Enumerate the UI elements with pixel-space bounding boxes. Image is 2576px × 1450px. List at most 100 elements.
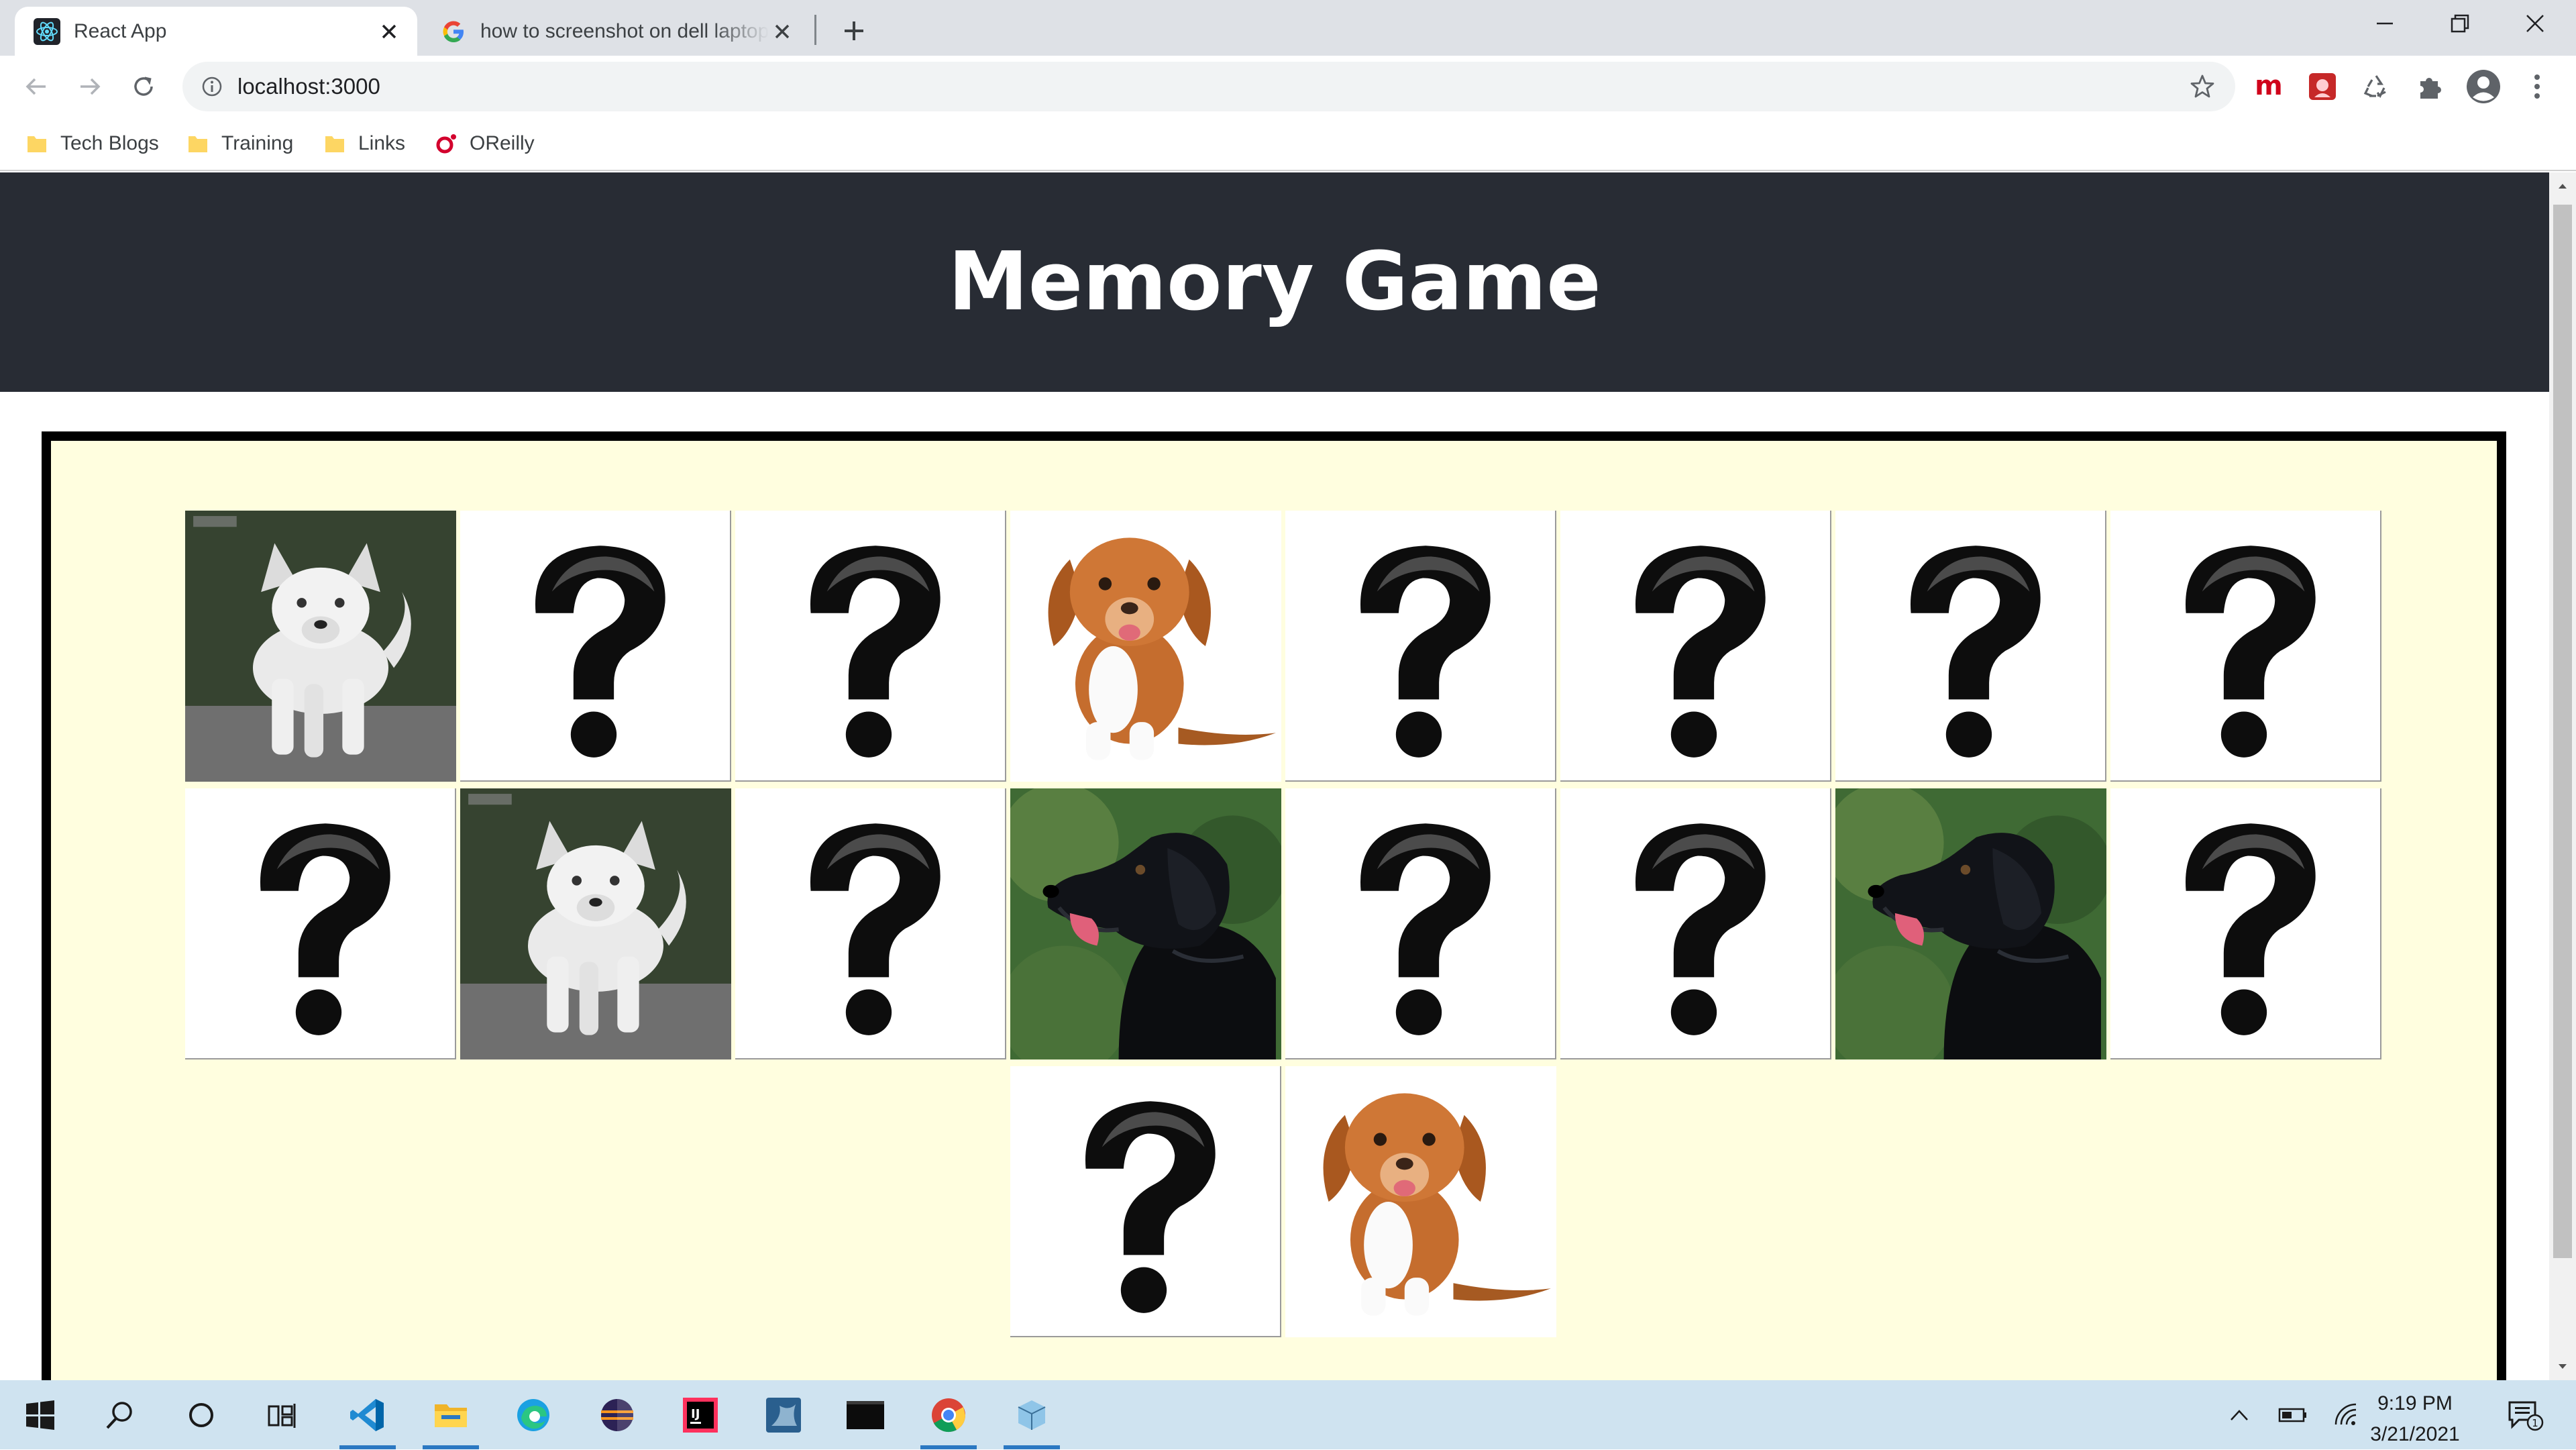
memory-card-hidden[interactable]: [1560, 788, 1831, 1059]
taskbar-virtualbox[interactable]: [998, 1380, 1065, 1449]
taskbar-vscode[interactable]: [334, 1380, 401, 1449]
bookmark-label: Links: [358, 132, 406, 154]
close-tab-icon[interactable]: [376, 18, 402, 45]
bookmark-oreilly[interactable]: OReilly: [435, 127, 535, 160]
plus-icon: [845, 21, 863, 40]
svg-text:m: m: [2255, 70, 2283, 101]
m-extension-icon[interactable]: m: [2247, 65, 2290, 108]
restore-icon: [2451, 14, 2469, 33]
battery-icon: [2278, 1408, 2306, 1422]
husky-image: [460, 788, 731, 1059]
memory-card-toller-puppy[interactable]: [1285, 1066, 1556, 1337]
taskbar-chrome[interactable]: [915, 1380, 982, 1449]
bookmark-training[interactable]: Training: [186, 127, 293, 160]
toller-puppy-image: [1285, 1066, 1556, 1337]
vertical-scrollbar[interactable]: [2549, 172, 2576, 1380]
memory-card-hidden[interactable]: [1560, 511, 1831, 782]
recycle-extension-icon[interactable]: [2355, 65, 2398, 108]
app-header: Memory Game: [0, 172, 2549, 392]
red-extension-icon[interactable]: [2301, 65, 2344, 108]
show-hidden-icons-button[interactable]: [2220, 1380, 2258, 1449]
memory-card-hidden[interactable]: [1835, 511, 2106, 782]
memory-card-hidden[interactable]: [2110, 511, 2381, 782]
notification-icon: 1: [2508, 1401, 2544, 1431]
memory-card-black-labrador[interactable]: [1010, 788, 1281, 1059]
start-button[interactable]: [7, 1380, 74, 1449]
question-mark-icon: [1560, 788, 1830, 1058]
taskbar-mysql-workbench[interactable]: [750, 1380, 817, 1449]
tab-title: React App: [74, 19, 167, 42]
page-title: Memory Game: [948, 236, 1601, 329]
taskbar-eclipse[interactable]: [584, 1380, 651, 1449]
memory-card-hidden[interactable]: [2110, 788, 2381, 1059]
forward-button[interactable]: [67, 64, 113, 109]
search-button[interactable]: [86, 1380, 153, 1449]
question-mark-icon: [1560, 511, 1830, 780]
clock-date: 3/21/2021: [2370, 1423, 2460, 1445]
cortana-icon: [189, 1402, 213, 1427]
file-explorer-icon: [435, 1404, 467, 1427]
memory-card-husky[interactable]: [185, 511, 456, 782]
bookmark-links[interactable]: Links: [323, 127, 405, 160]
bookmark-star-icon[interactable]: [2186, 70, 2219, 103]
restore-button[interactable]: [2423, 0, 2497, 47]
memory-card-hidden[interactable]: [460, 511, 731, 782]
memory-card-toller-puppy[interactable]: [1010, 511, 1281, 782]
more-vert-icon[interactable]: [2516, 65, 2559, 108]
vscode-icon: [350, 1398, 384, 1431]
folder-icon: [25, 132, 48, 155]
browser-toolbar: localhost:3000 m: [0, 56, 2576, 117]
memory-card-husky[interactable]: [460, 788, 731, 1059]
battery-indicator[interactable]: [2274, 1380, 2312, 1449]
memory-card-hidden[interactable]: [185, 788, 456, 1059]
tab-separator: [814, 15, 816, 45]
minimize-icon: [2377, 22, 2393, 25]
scroll-up-icon[interactable]: [2549, 172, 2576, 199]
scrollbar-thumb[interactable]: [2553, 205, 2572, 1258]
site-info-icon[interactable]: [199, 73, 225, 100]
memory-card-hidden[interactable]: [1010, 1066, 1281, 1337]
bookmarks-bar: Tech Blogs Training Links OReilly: [0, 117, 2576, 171]
puzzle-icon[interactable]: [2408, 65, 2451, 108]
reload-button[interactable]: [121, 64, 166, 109]
svg-text:IJ: IJ: [691, 1407, 700, 1421]
tab-google-search[interactable]: how to screenshot on dell laptop: [421, 7, 810, 56]
windows-taskbar: IJ 9:19 PM 3/21/2021 1: [0, 1380, 2576, 1449]
scroll-down-icon[interactable]: [2549, 1353, 2576, 1380]
tab-react-app[interactable]: React App: [15, 7, 417, 56]
close-tab-icon[interactable]: [769, 18, 796, 45]
question-mark-icon: [460, 511, 730, 780]
question-mark-icon: [1285, 511, 1555, 780]
memory-card-hidden[interactable]: [1285, 511, 1556, 782]
memory-card-hidden[interactable]: [735, 511, 1006, 782]
wifi-indicator[interactable]: [2328, 1380, 2365, 1449]
terminal-icon: [847, 1400, 884, 1429]
close-icon: [2526, 15, 2544, 32]
action-center-button[interactable]: 1: [2499, 1380, 2553, 1449]
address-bar[interactable]: localhost:3000: [182, 62, 2235, 111]
back-button[interactable]: [13, 64, 59, 109]
task-view-button[interactable]: [248, 1380, 315, 1449]
url-text[interactable]: localhost:3000: [237, 74, 2186, 99]
notification-count: 1: [2532, 1417, 2538, 1429]
question-mark-icon: [1285, 788, 1555, 1058]
browser-tab-strip: React App how to screenshot on dell lapt…: [0, 0, 2576, 56]
taskbar-edge[interactable]: [500, 1380, 567, 1449]
memory-card-black-labrador[interactable]: [1835, 788, 2106, 1059]
bookmark-tech-blogs[interactable]: Tech Blogs: [25, 127, 159, 160]
new-tab-button[interactable]: [835, 12, 873, 50]
taskbar-terminal[interactable]: [832, 1380, 899, 1449]
cortana-button[interactable]: [168, 1380, 235, 1449]
memory-card-hidden[interactable]: [735, 788, 1006, 1059]
close-window-button[interactable]: [2498, 0, 2572, 47]
game-board: [42, 431, 2506, 1380]
minimize-button[interactable]: [2348, 0, 2422, 47]
mysql-workbench-icon: [766, 1397, 801, 1433]
tab-title: how to screenshot on dell laptop: [480, 19, 769, 42]
black-labrador-image: [1010, 788, 1281, 1059]
taskbar-intellij[interactable]: IJ: [667, 1380, 734, 1449]
memory-card-hidden[interactable]: [1285, 788, 1556, 1059]
profile-icon[interactable]: [2462, 65, 2505, 108]
system-clock[interactable]: 9:19 PM 3/21/2021: [2361, 1388, 2469, 1450]
taskbar-file-explorer[interactable]: [417, 1380, 484, 1449]
